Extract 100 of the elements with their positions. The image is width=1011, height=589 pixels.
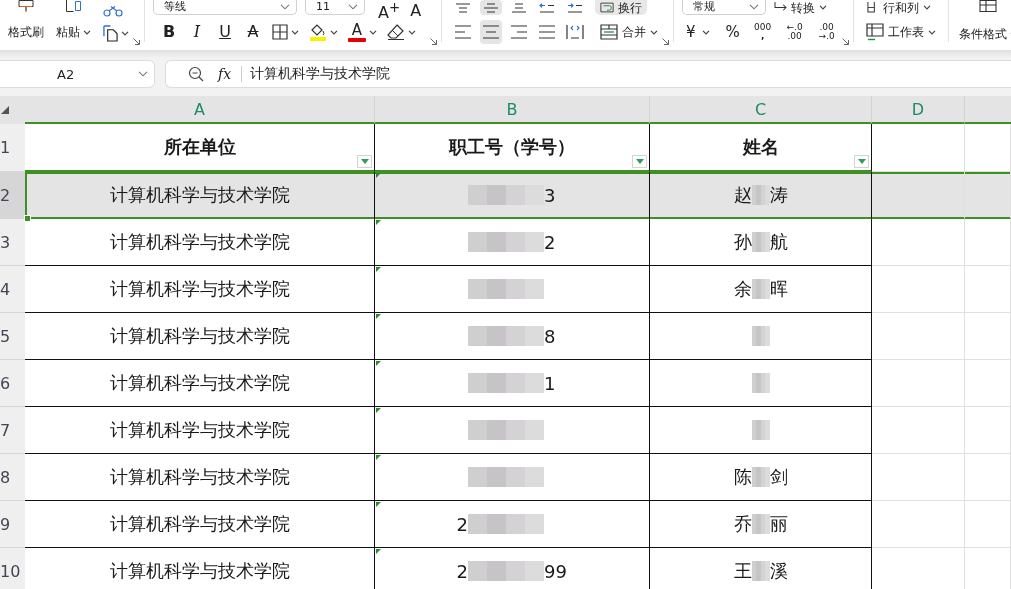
justify-icon <box>538 25 557 39</box>
caret-icon <box>701 29 710 35</box>
number-format-field[interactable]: 常规 <box>682 0 767 15</box>
filter-button[interactable] <box>357 155 372 168</box>
align-left-icon <box>454 25 473 39</box>
cell-text: 丽 <box>769 512 789 536</box>
worksheet-button[interactable]: 工作表 <box>865 20 936 44</box>
row-header[interactable]: 3 <box>0 219 25 266</box>
caret-icon <box>749 4 760 10</box>
table-cell[interactable]: 王 溪 <box>650 548 872 589</box>
formula-field[interactable]: fx 计算机科学与技术学院 <box>165 60 1011 88</box>
font-name-field[interactable]: 等线 <box>153 0 297 15</box>
caret-icon <box>121 30 129 36</box>
font-color-button[interactable]: A <box>348 21 377 43</box>
row-header[interactable]: 9 <box>0 501 25 548</box>
caret-icon <box>922 5 931 10</box>
color-bar-icon <box>348 37 366 42</box>
cell-text: 涛 <box>769 183 789 207</box>
wrap-text-button[interactable]: 换行 <box>595 0 648 15</box>
bold-button[interactable]: B <box>155 21 183 43</box>
table-icon <box>978 0 999 13</box>
dropdown-triangle-icon <box>360 159 369 164</box>
align-center-button[interactable] <box>480 20 503 44</box>
row-header[interactable]: 2 <box>0 172 25 219</box>
fill-handle[interactable] <box>24 215 31 222</box>
zoom-out-icon[interactable] <box>188 66 204 82</box>
currency-button[interactable]: ¥ <box>686 21 710 43</box>
name-box[interactable]: A2 <box>0 60 155 88</box>
worksheet-icon <box>865 23 884 41</box>
increase-indent-icon <box>567 2 584 13</box>
select-all-icon[interactable] <box>1 106 9 114</box>
table-cell[interactable]: 计算机科学与技术学院 <box>25 548 375 589</box>
cell-text: 2 <box>456 513 468 535</box>
corner-arrow-icon[interactable] <box>662 38 670 45</box>
grow-font-button[interactable]: A$^{+}$ <box>378 0 401 22</box>
borders-icon <box>272 24 288 40</box>
dropdown-triangle-icon <box>635 159 644 164</box>
conditional-format-button[interactable]: 条件格式 <box>958 0 1011 42</box>
percent-button[interactable]: % <box>723 21 742 43</box>
rows-columns-button[interactable]: 行和列 <box>865 0 931 15</box>
row-header[interactable]: 7 <box>0 407 25 454</box>
decrease-decimal-button[interactable]: .00 →.0 <box>815 23 838 41</box>
caret-icon <box>927 29 936 35</box>
table-cell[interactable]: 2 99 <box>375 548 650 589</box>
align-middle-icon <box>483 2 500 13</box>
cell-text: 8 <box>544 325 557 347</box>
row-header[interactable]: 4 <box>0 266 25 313</box>
corner-arrow-icon[interactable] <box>430 38 438 45</box>
thousands-separator-button[interactable]: 000 , <box>751 23 774 41</box>
italic-button[interactable]: I <box>183 21 211 43</box>
strikethrough-button[interactable]: A <box>239 21 267 43</box>
underline-button[interactable]: U <box>211 21 239 43</box>
column-title: 姓名 <box>742 135 779 159</box>
corner-arrow-icon[interactable] <box>841 38 849 45</box>
eraser-icon <box>387 24 405 40</box>
convert-button[interactable]: 转换 <box>774 0 828 15</box>
cell-text: 晖 <box>769 277 789 301</box>
caret-icon <box>83 29 91 35</box>
paste-button[interactable]: 粘贴 <box>56 0 91 40</box>
function-button[interactable]: fx <box>218 66 232 82</box>
caret-icon <box>819 5 828 10</box>
copy-icon <box>103 24 118 42</box>
distributed-icon <box>566 25 585 39</box>
cell-text: 2 <box>456 560 468 582</box>
caret-icon <box>291 29 299 35</box>
increase-decimal-button[interactable]: ←.0 .00 <box>783 23 806 41</box>
borders-button[interactable] <box>272 21 299 43</box>
cell-text: 赵 <box>732 183 752 207</box>
paint-bucket-icon <box>309 23 327 41</box>
align-middle-button[interactable] <box>480 0 503 15</box>
cell-text: 3 <box>544 184 557 206</box>
font-size-field[interactable]: 11 <box>305 0 365 15</box>
caret-icon <box>330 29 338 35</box>
caret-icon <box>408 29 416 35</box>
copy-button[interactable] <box>103 22 129 44</box>
row-header[interactable]: 1 <box>0 124 25 172</box>
caret-icon <box>348 4 358 10</box>
cell-text: 航 <box>769 230 789 254</box>
row-header[interactable]: 6 <box>0 360 25 407</box>
format-painter-button[interactable]: 格式刷 <box>8 0 44 40</box>
align-top-icon <box>455 2 472 13</box>
caret-icon <box>280 4 290 10</box>
corner-arrow-icon[interactable] <box>133 38 140 45</box>
decrease-indent-icon <box>539 2 556 13</box>
cell-text: 1 <box>544 372 557 394</box>
clipboard-icon <box>64 0 83 12</box>
column-title: 职工号（学号） <box>449 135 575 159</box>
row-header[interactable]: 5 <box>0 313 25 360</box>
dropdown-triangle-icon <box>857 159 866 164</box>
wrap-text-icon <box>600 2 615 13</box>
row-header[interactable]: 10 <box>0 548 25 589</box>
cell-text: 孙 <box>732 230 752 254</box>
shrink-font-button[interactable]: A <box>410 0 422 22</box>
filter-button[interactable] <box>854 155 869 168</box>
filter-button[interactable] <box>632 155 647 168</box>
merge-button[interactable]: 合并 <box>600 20 659 44</box>
row-header[interactable]: 8 <box>0 454 25 501</box>
caret-icon <box>138 71 148 77</box>
cell-text: 2 <box>544 231 557 253</box>
scissors-icon <box>103 5 123 17</box>
